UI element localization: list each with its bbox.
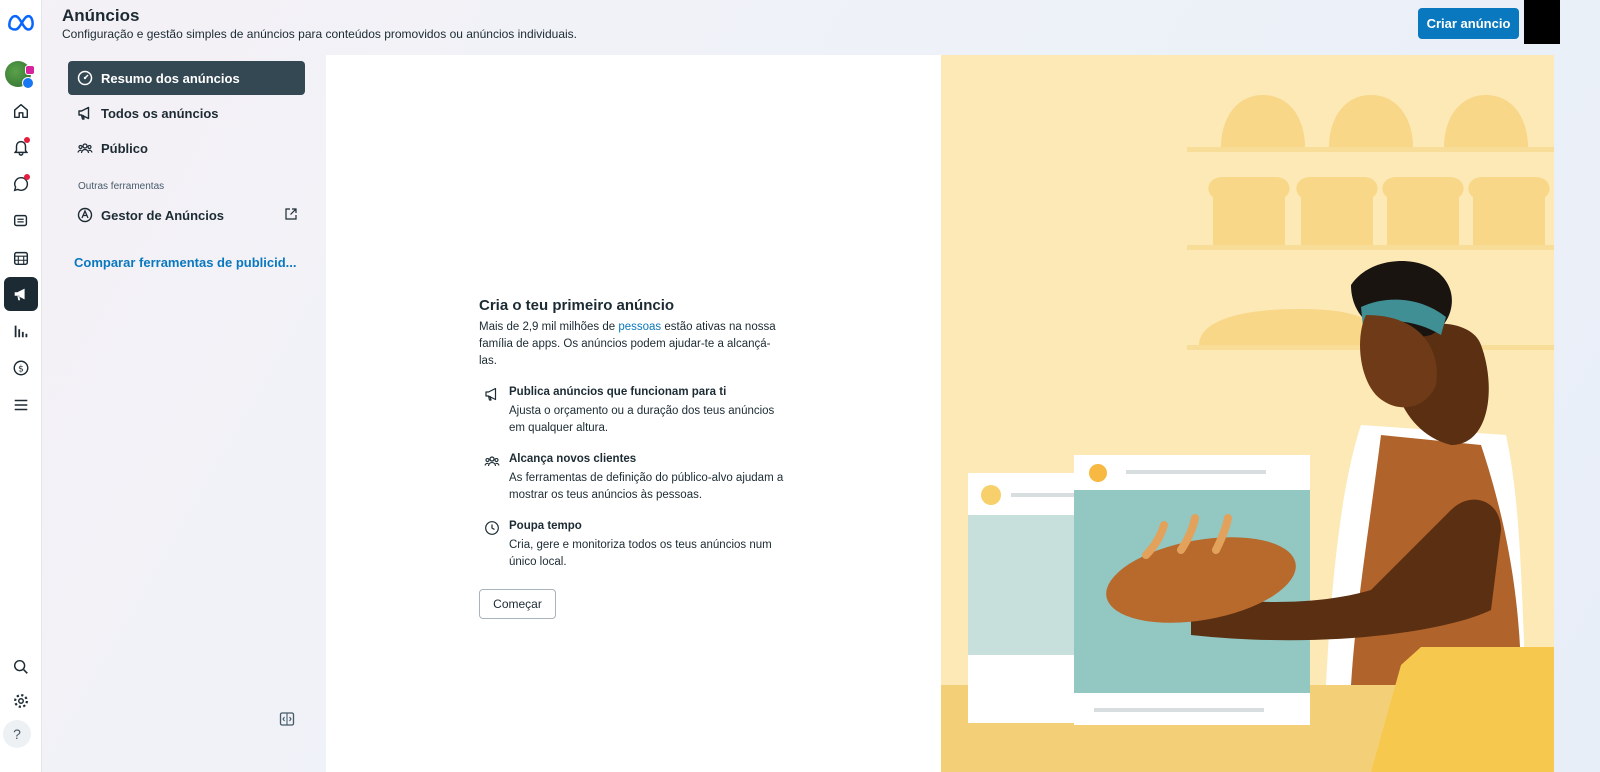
- ads-manager-icon: [77, 207, 93, 223]
- bakery-illustration: [941, 55, 1554, 772]
- megaphone-icon: [485, 387, 497, 401]
- facebook-icon: [22, 77, 34, 89]
- instagram-icon: [25, 65, 35, 75]
- nav-item-audience[interactable]: Público: [68, 131, 305, 165]
- feature-text: As ferramentas de definição do público-a…: [509, 472, 784, 501]
- section-label-other-tools: Outras ferramentas: [78, 181, 165, 192]
- content-icon[interactable]: [4, 204, 38, 238]
- calendar-icon[interactable]: [4, 241, 38, 275]
- feature-title: Publica anúncios que funcionam para ti: [509, 386, 727, 398]
- feature-text: Ajusta o orçamento ou a duração dos teus…: [509, 405, 775, 434]
- nav-item-label: Todos os anúncios: [101, 105, 219, 121]
- menu-icon[interactable]: [4, 388, 38, 422]
- desc-text: Mais de 2,9 mil milhões de: [479, 321, 619, 333]
- help-icon[interactable]: ?: [3, 720, 31, 748]
- home-icon[interactable]: [4, 94, 38, 128]
- meta-logo-icon[interactable]: [4, 5, 38, 39]
- nav-item-all-ads[interactable]: Todos os anúncios: [68, 96, 305, 130]
- feature-title: Poupa tempo: [509, 520, 582, 532]
- external-link-icon: [285, 208, 297, 220]
- bell-icon[interactable]: [4, 130, 38, 164]
- notification-dot: [24, 137, 30, 143]
- profile-block[interactable]: [1524, 0, 1560, 44]
- dashboard-icon: [77, 70, 93, 86]
- megaphone-icon: [77, 105, 93, 121]
- page-subtitle: Configuração e gestão simples de anúncio…: [62, 27, 577, 41]
- collapse-sidebar-icon[interactable]: [279, 711, 295, 727]
- gear-icon[interactable]: [4, 684, 38, 718]
- notification-dot: [24, 174, 30, 180]
- chat-icon[interactable]: [4, 167, 38, 201]
- start-button[interactable]: Começar: [479, 589, 556, 619]
- dollar-icon[interactable]: $: [4, 351, 38, 385]
- card-title: Cria o teu primeiro anúncio: [479, 297, 675, 314]
- people-icon: [484, 456, 500, 467]
- svg-text:$: $: [18, 365, 24, 375]
- avatar[interactable]: [5, 61, 35, 89]
- megaphone-icon[interactable]: [4, 277, 38, 311]
- people-link[interactable]: pessoas: [618, 321, 661, 333]
- search-icon[interactable]: [4, 650, 38, 684]
- clock-icon: [485, 521, 499, 535]
- nav-item-ads-manager[interactable]: Gestor de Anúncios: [68, 198, 305, 232]
- card-description: Mais de 2,9 mil milhões de pessoas estão…: [479, 319, 779, 370]
- nav-item-ads-summary[interactable]: Resumo dos anúncios: [68, 61, 305, 95]
- left-rail: $ ?: [0, 0, 42, 772]
- feature-title: Alcança novos clientes: [509, 453, 637, 465]
- nav-item-label: Gestor de Anúncios: [101, 207, 225, 223]
- feature-text: Cria, gere e monitoriza todos os teus an…: [509, 539, 772, 568]
- page-title: Anúncios: [62, 6, 140, 25]
- create-ad-button[interactable]: Criar anúncio: [1418, 8, 1519, 39]
- insights-icon[interactable]: [4, 314, 38, 348]
- nav-item-label: Público: [101, 140, 148, 156]
- nav-item-label: Resumo dos anúncios: [101, 70, 240, 86]
- people-icon: [77, 140, 93, 156]
- compare-tools-link[interactable]: Comparar ferramentas de publicid...: [74, 255, 297, 270]
